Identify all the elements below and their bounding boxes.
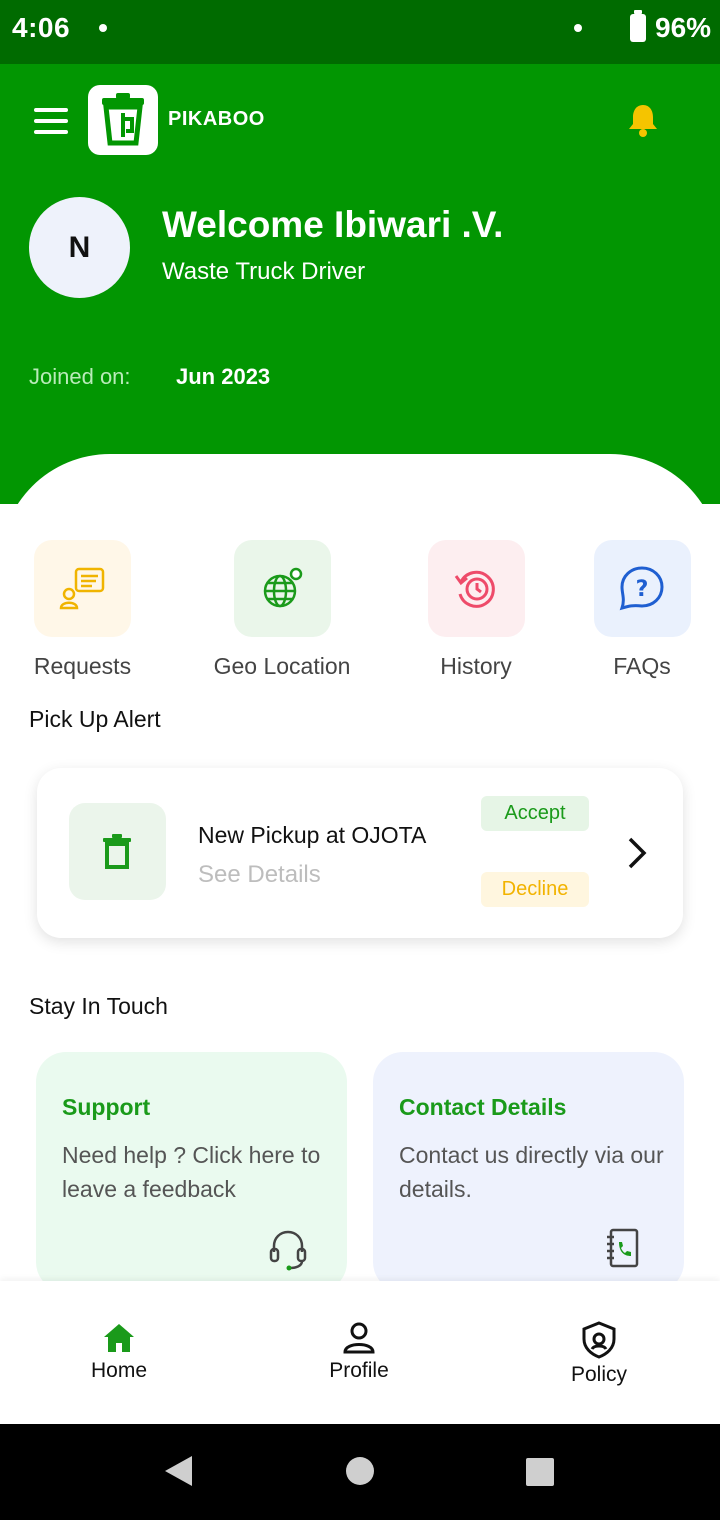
accept-button[interactable]: Accept [481, 796, 589, 831]
bottom-navigation: Home Profile Policy [0, 1281, 720, 1424]
globe-pin-icon [263, 567, 302, 608]
person-icon [343, 1322, 375, 1354]
pikaboo-logo [88, 85, 158, 155]
nav-home-label: Home [90, 1359, 148, 1382]
faqs-label: FAQs [613, 653, 671, 679]
nav-profile-label: Profile [329, 1359, 389, 1382]
chevron-right-icon[interactable] [621, 836, 651, 875]
battery-icon [630, 10, 646, 42]
history-label: History [440, 653, 512, 679]
notification-dot-icon [99, 24, 107, 32]
quick-action-history[interactable]: History [420, 540, 532, 680]
nav-profile[interactable]: Profile [299, 1321, 419, 1383]
brand-name: PIKABOO [168, 108, 265, 130]
trash-bin-icon [103, 834, 131, 869]
question-bubble-icon: ? [619, 566, 664, 611]
status-bar: 4:06 96% [0, 0, 720, 64]
status-time: 4:06 [12, 12, 71, 43]
faqs-tile: ? [593, 540, 691, 637]
system-navigation-bar [0, 1424, 720, 1520]
phonebook-icon [605, 1228, 641, 1273]
decline-button[interactable]: Decline [481, 872, 589, 907]
contact-details-description: Contact us directly via our details. [399, 1142, 664, 1202]
requests-label: Requests [33, 653, 132, 679]
quick-action-faqs[interactable]: ? FAQs [592, 540, 692, 680]
battery-percent: 96% [655, 12, 712, 43]
nav-home[interactable]: Home [59, 1321, 179, 1383]
shield-icon [582, 1321, 616, 1359]
pickup-alert-heading: Pick Up Alert [29, 706, 161, 732]
history-clock-icon [454, 570, 495, 608]
geo-location-label: Geo Location [213, 653, 351, 679]
see-details-link[interactable]: See Details [198, 861, 321, 889]
stay-in-touch-heading: Stay In Touch [29, 993, 168, 1019]
requests-tile [34, 540, 131, 637]
quick-action-requests[interactable]: Requests [29, 540, 136, 680]
welcome-title: Welcome Ibiwari .V. [162, 204, 504, 245]
support-description: Need help ? Click here to leave a feedba… [62, 1142, 321, 1202]
support-card[interactable]: Support Need help ? Click here to leave … [36, 1052, 347, 1292]
profile-header: PIKABOO N Welcome Ibiwari .V. Waste Truc… [0, 64, 720, 504]
signal-dot-icon [574, 24, 582, 32]
joined-date: Jun 2023 [176, 364, 271, 389]
chat-user-icon [59, 567, 105, 610]
user-role: Waste Truck Driver [162, 258, 366, 285]
headset-icon [268, 1228, 308, 1277]
contact-details-card[interactable]: Contact Details Contact us directly via … [373, 1052, 684, 1292]
recents-icon[interactable] [525, 1457, 555, 1492]
avatar[interactable]: N [29, 197, 130, 298]
joined-label: Joined on: [29, 364, 131, 389]
home-icon [104, 1324, 134, 1352]
geo-location-tile [233, 540, 331, 637]
history-tile [427, 540, 525, 637]
quick-action-geo-location[interactable]: Geo Location [200, 540, 364, 680]
nav-policy-label: Policy [570, 1363, 628, 1386]
support-title: Support [62, 1094, 151, 1120]
pickup-alert-card[interactable]: New Pickup at OJOTA See Details Accept D… [37, 768, 683, 938]
home-circle-icon[interactable] [345, 1456, 375, 1491]
back-icon[interactable] [162, 1454, 194, 1493]
nav-policy[interactable]: Policy [539, 1321, 659, 1387]
svg-text:?: ? [635, 577, 648, 602]
menu-icon[interactable] [34, 108, 68, 134]
pickup-bin-tile [69, 803, 166, 900]
bell-icon[interactable] [626, 102, 660, 138]
pickup-title: New Pickup at OJOTA [198, 822, 427, 848]
contact-details-title: Contact Details [399, 1094, 567, 1120]
